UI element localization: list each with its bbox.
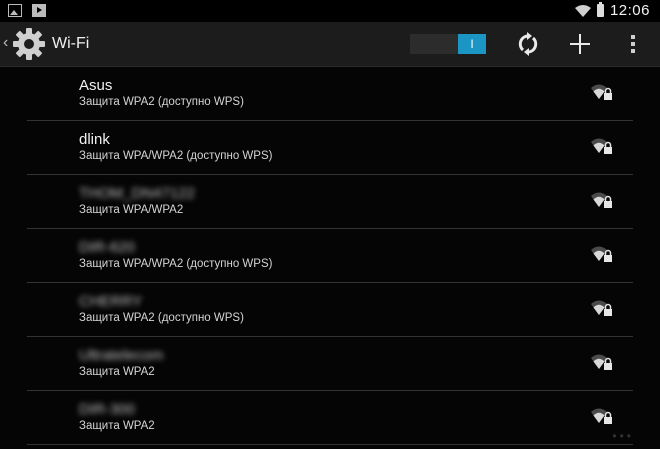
network-security: Защита WPA/WPA2	[79, 204, 184, 216]
action-bar: ‹ Wi-Fi I	[0, 22, 660, 67]
network-row[interactable]: THOM_DN47122 Защита WPA/WPA2	[27, 175, 633, 229]
network-row[interactable]: Asus Защита WPA2 (доступно WPS)	[27, 67, 633, 121]
network-security: Защита WPA2 (доступно WPS)	[79, 312, 244, 324]
network-security: Защита WPA/WPA2 (доступно WPS)	[79, 150, 273, 162]
network-security: Защита WPA2	[79, 366, 155, 378]
toggle-thumb: I	[458, 34, 486, 54]
network-list: Asus Защита WPA2 (доступно WPS) dlink Защит…	[0, 67, 660, 445]
network-row[interactable]: DIR-300 Защита WPA2	[27, 391, 633, 445]
network-row[interactable]: DIR-620 Защита WPA/WPA2 (доступно WPS)	[27, 229, 633, 283]
wifi-lock-icon	[591, 138, 612, 154]
wifi-lock-icon	[591, 84, 612, 100]
battery-icon	[596, 2, 604, 17]
network-name: DIR-620	[79, 239, 135, 256]
network-name: DIR-300	[79, 401, 135, 418]
network-security: Защита WPA/WPA2 (доступно WPS)	[79, 258, 273, 270]
network-row[interactable]: CHERRY Защита WPA2 (доступно WPS)	[27, 283, 633, 337]
network-name: CHERRY	[79, 293, 143, 310]
wifi-lock-icon	[591, 408, 612, 424]
network-name: Asus	[79, 77, 113, 94]
add-icon[interactable]	[566, 30, 594, 58]
network-name: Ultratelecom	[79, 347, 164, 364]
picture-icon	[8, 4, 22, 17]
wifi-toggle[interactable]: I	[410, 34, 486, 54]
clock: 12:06	[609, 2, 650, 19]
gear-icon[interactable]	[12, 27, 46, 61]
page-title: Wi-Fi	[52, 35, 90, 52]
network-name: THOM_DN47122	[79, 185, 195, 202]
network-name: dlink	[79, 131, 110, 148]
wifi-lock-icon	[591, 354, 612, 370]
network-security: Защита WPA2 (доступно WPS)	[79, 96, 244, 108]
wifi-lock-icon	[591, 300, 612, 316]
refresh-icon[interactable]	[514, 30, 542, 58]
notification-icons	[8, 4, 46, 17]
wifi-lock-icon	[591, 246, 612, 262]
wifi-lock-icon	[591, 192, 612, 208]
chevron-left-icon[interactable]: ‹	[3, 34, 8, 52]
wifi-status-icon	[574, 4, 591, 17]
play-store-icon	[32, 4, 46, 17]
network-security: Защита WPA2	[79, 420, 155, 432]
status-bar: 12:06	[0, 0, 660, 22]
overflow-menu-icon[interactable]	[622, 30, 650, 58]
network-row[interactable]: dlink Защита WPA/WPA2 (доступно WPS)	[27, 121, 633, 175]
network-row[interactable]: Ultratelecom Защита WPA2	[27, 337, 633, 391]
watermark-dots: •••	[612, 429, 634, 443]
system-icons: 12:06	[574, 2, 650, 19]
